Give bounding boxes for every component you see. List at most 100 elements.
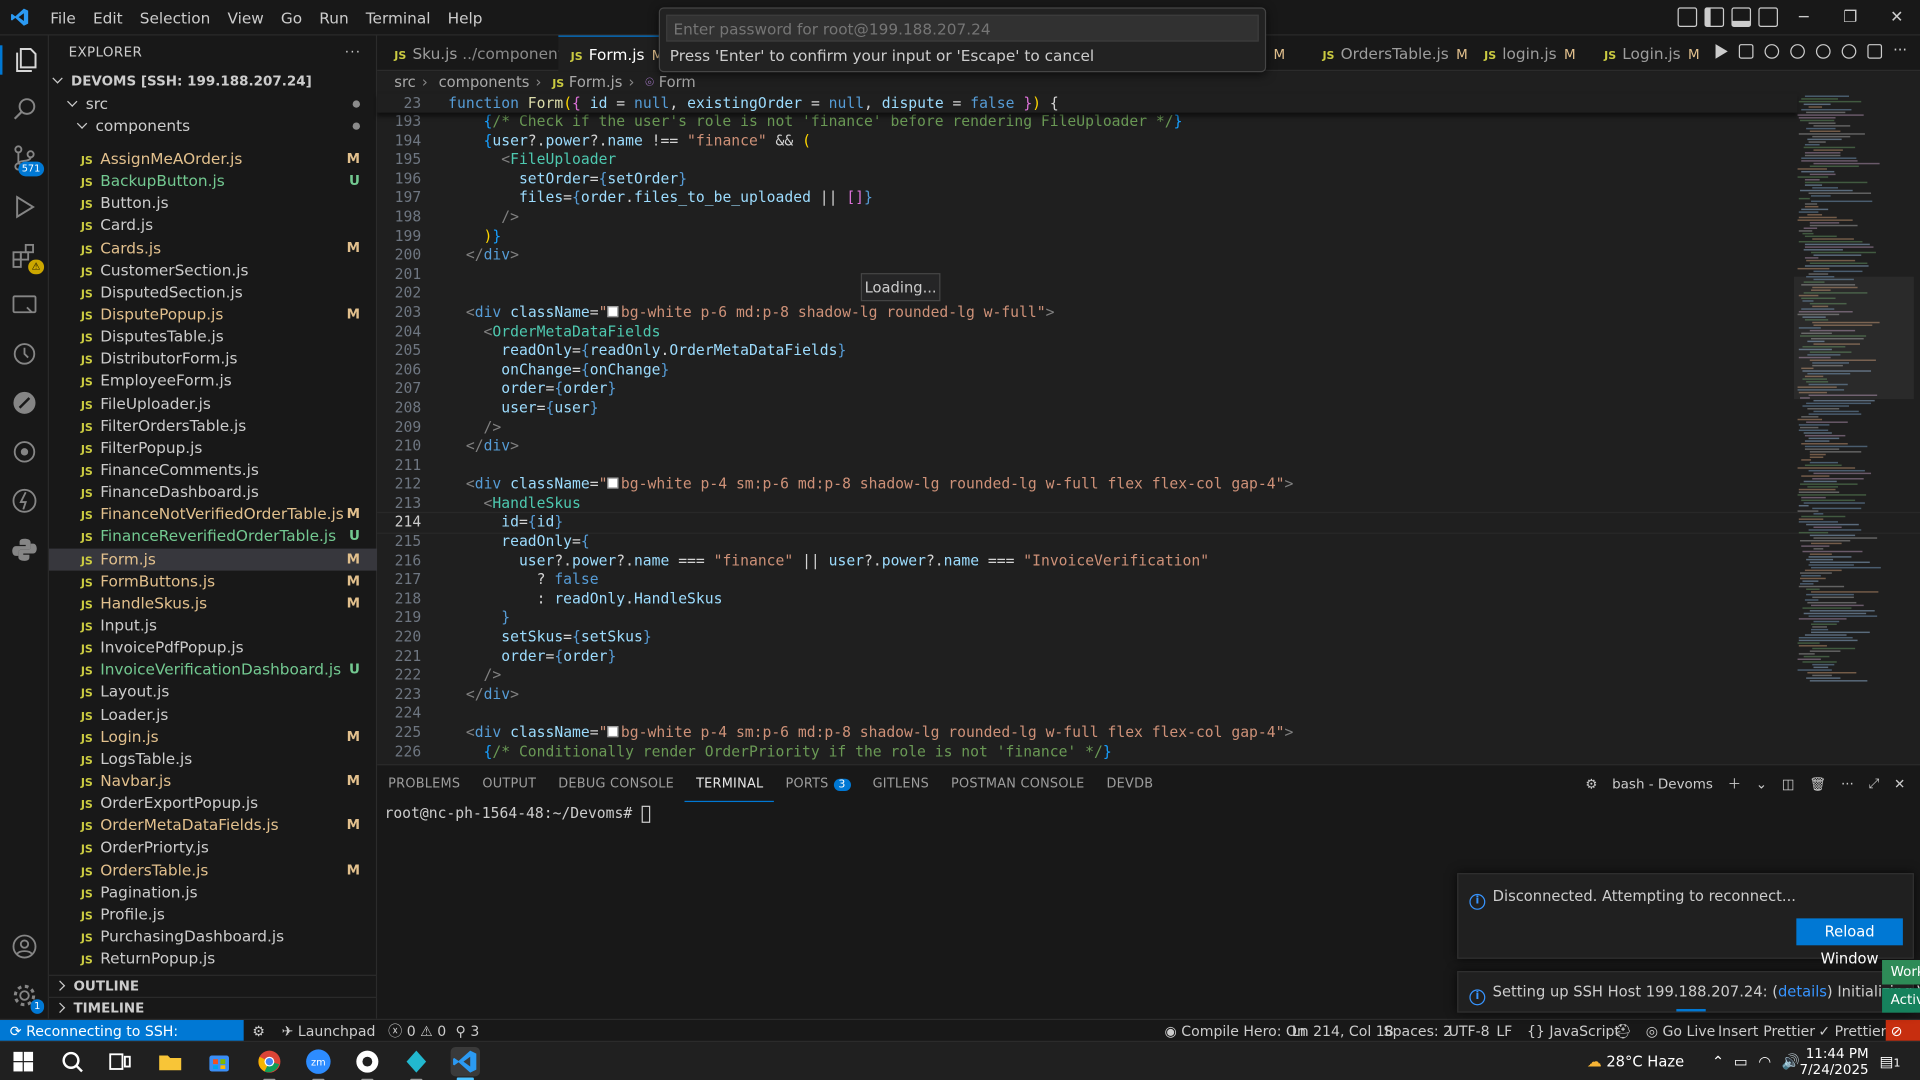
folder-src[interactable]: src (49, 93, 377, 115)
minimize-icon[interactable]: ─ (1780, 0, 1827, 36)
source-control-icon[interactable]: 571 (10, 143, 45, 177)
panel-tab-postman-console[interactable]: POSTMAN CONSOLE (940, 765, 1095, 802)
menu-run[interactable]: Run (311, 0, 357, 36)
file-item[interactable]: JS Layout.js (49, 681, 377, 703)
panel-tab-gitlens[interactable]: GITLENS (862, 765, 940, 802)
split-terminal-icon[interactable]: ◫ (1782, 776, 1795, 792)
end-of-line[interactable]: LF (1496, 1020, 1512, 1042)
file-item[interactable]: JS Loader.js (49, 703, 377, 725)
activ-button[interactable]: Activ (1882, 988, 1920, 1013)
sticky-scroll[interactable]: 23 function Form({ id = null, existingOrd… (377, 93, 1798, 113)
file-item[interactable]: JS EmployeeForm.js (49, 370, 377, 392)
gitlens-inspect-icon[interactable] (1841, 44, 1857, 59)
file-item[interactable]: JS CustomerSection.js (49, 259, 377, 281)
file-item[interactable]: JS Button.js (49, 193, 377, 215)
file-item[interactable]: JS FilterOrdersTable.js (49, 415, 377, 437)
panel-tab-debug-console[interactable]: DEBUG CONSOLE (547, 765, 685, 802)
code-line[interactable]: 207 order={order} (377, 380, 1920, 399)
menu-go[interactable]: Go (272, 0, 310, 36)
tab-hidden[interactable]: M (1266, 36, 1290, 72)
file-item[interactable]: JS OrderExportPopup.js (49, 792, 377, 814)
tab-sku[interactable]: JSSku.js ../componentsM (377, 36, 590, 72)
run-file-icon[interactable] (1715, 44, 1728, 59)
notification-center-icon[interactable]: ▤1 (1880, 1042, 1901, 1080)
code-line[interactable]: 218 : readOnly.HandleSkus (377, 590, 1920, 609)
go-forward-icon[interactable] (1815, 44, 1831, 59)
outline-section[interactable]: OUTLINE (48, 974, 378, 997)
file-item[interactable]: JS FilterPopup.js (49, 437, 377, 459)
code-line[interactable]: 199 )} (377, 227, 1920, 246)
file-item[interactable]: JS FormButtons.js M (49, 570, 377, 592)
breadcrumb-symbol[interactable]: Form (659, 73, 696, 90)
file-item[interactable]: JS BackupButton.js U (49, 170, 377, 192)
compile-hero-item[interactable]: ◉ Compile Hero: On (1164, 1020, 1305, 1042)
code-line[interactable]: 200 </div> (377, 246, 1920, 265)
file-item[interactable]: JS LogsTable.js (49, 748, 377, 770)
show-hidden-icons-icon[interactable]: ⌃ (1712, 1042, 1724, 1080)
remote-explorer-icon[interactable] (10, 290, 39, 319)
code-line[interactable]: 221 order={order} (377, 647, 1920, 666)
panel-tab-devdb[interactable]: DEVDB (1096, 765, 1165, 802)
menu-view[interactable]: View (219, 0, 272, 36)
file-item[interactable]: JS PurchasingDashboard.js (49, 926, 377, 948)
manage-gear-icon[interactable]: 1 (10, 981, 45, 1014)
more-icon[interactable]: ··· (1893, 43, 1910, 59)
python-icon[interactable] (10, 535, 39, 564)
code-line[interactable]: 222 /> (377, 666, 1920, 685)
more-icon[interactable]: ··· (1841, 776, 1854, 792)
go-back-icon[interactable] (1764, 44, 1780, 59)
language-mode[interactable]: {} JavaScript (1527, 1020, 1620, 1042)
code-line[interactable]: 209 /> (377, 418, 1920, 437)
file-item[interactable]: JS OrderPriorty.js (49, 837, 377, 859)
account-icon[interactable] (10, 932, 39, 961)
terminal-output[interactable]: root@nc-ph-1564-48:~/Devoms# (384, 804, 650, 823)
menu-file[interactable]: File (42, 0, 85, 36)
battery-icon[interactable]: ▭ (1734, 1042, 1748, 1080)
code-line[interactable]: 225 <div className=" bg-white p-4 sm:p-6 … (377, 724, 1920, 743)
gitlens-icon[interactable] (10, 437, 39, 466)
file-item[interactable]: JS FinanceComments.js (49, 459, 377, 481)
tab-login-lower[interactable]: JS login.js M (1467, 36, 1587, 72)
maximize-panel-icon[interactable]: ⤢ (1869, 775, 1880, 792)
breadcrumb-file[interactable]: Form.js (569, 73, 622, 90)
file-explorer-icon[interactable] (156, 1047, 185, 1076)
close-icon[interactable]: ✕ (1873, 0, 1920, 36)
trash-icon[interactable]: 🗑 (1809, 776, 1826, 792)
breadcrumb-src[interactable]: src (394, 73, 415, 90)
explorer-icon[interactable] (0, 45, 42, 75)
error-status-item[interactable]: ⊘ Ac (1885, 1020, 1920, 1062)
code-line[interactable]: 216 user?.power?.name === "finance" || u… (377, 552, 1920, 571)
ssh-details-link[interactable]: details (1778, 983, 1827, 1000)
tab-form[interactable]: JS Form.js M (558, 35, 667, 72)
cursor-position[interactable]: Ln 214, Col 18 (1292, 1020, 1394, 1042)
windows-start-icon[interactable] (9, 1047, 38, 1076)
restore-icon[interactable]: ❐ (1827, 0, 1874, 36)
close-panel-icon[interactable]: ✕ (1894, 776, 1905, 792)
code-line[interactable]: 194 {user?.power?.name !== "finance" && … (377, 132, 1920, 151)
panel-tab-ports[interactable]: PORTS 3 (774, 765, 861, 802)
app-icon[interactable] (353, 1047, 382, 1080)
file-item[interactable]: JS Cards.js M (49, 237, 377, 259)
toggle-panel-icon[interactable] (1731, 7, 1752, 27)
code-line[interactable]: 203 <div className=" bg-white p-6 md:p-8 … (377, 304, 1920, 323)
menu-help[interactable]: Help (439, 0, 491, 36)
compare-changes-icon[interactable] (1738, 44, 1754, 59)
file-item[interactable]: JS ReturnPopup.js (49, 948, 377, 969)
toggle-secondary-sidebar-icon[interactable] (1758, 7, 1778, 27)
code-line[interactable]: 224 (377, 705, 1920, 724)
file-item[interactable]: JS FileUploader.js (49, 393, 377, 415)
file-item[interactable]: JS OrderMetaDataFields.js M (49, 815, 377, 837)
navigate-icon[interactable] (1790, 44, 1805, 59)
file-item[interactable]: JS AssignMeAOrder.js M (49, 148, 377, 170)
minimap[interactable] (1793, 93, 1914, 764)
work-button[interactable]: Work (1882, 960, 1920, 985)
go-live-item[interactable]: ◎ Go Live (1646, 1020, 1716, 1042)
task-view-icon[interactable] (105, 1047, 134, 1076)
file-item[interactable]: JS InvoiceVerificationDashboard.js U (49, 659, 377, 681)
code-line[interactable]: 208 user={user} (377, 399, 1920, 418)
volume-icon[interactable]: 🔊 (1782, 1042, 1800, 1080)
file-item[interactable]: JS DisputesTable.js (49, 326, 377, 348)
code-editor[interactable]: 193 {/* Check if the user's role is not … (377, 113, 1920, 763)
menu-terminal[interactable]: Terminal (357, 0, 439, 36)
code-line[interactable]: 202 (377, 285, 1920, 304)
